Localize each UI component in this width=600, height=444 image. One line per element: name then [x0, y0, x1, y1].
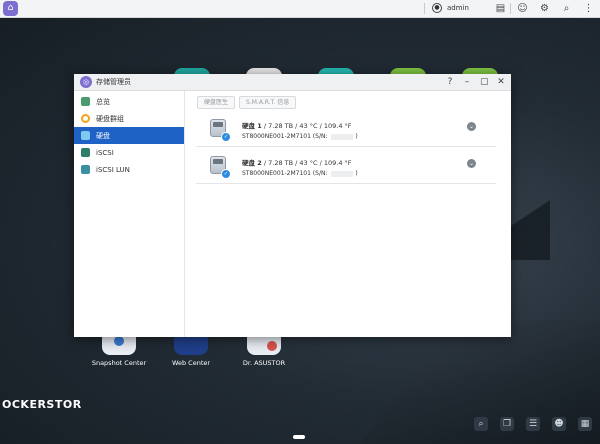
disk-panel: 硬盘医生 S.M.A.R.T. 信息 ✓ 硬盘 1 / 7.28 TB / 43…	[185, 91, 511, 337]
disk-name: 硬盘 1	[242, 122, 262, 130]
settings-icon[interactable]: ⚙	[539, 3, 550, 14]
user-label: admin	[447, 4, 469, 12]
disk-model: ST8000NE001-2M7101 (S/N: )	[242, 133, 358, 140]
smart-info-button[interactable]: S.M.A.R.T. 信息	[239, 96, 297, 109]
storage-manager-icon: ◎	[80, 76, 92, 88]
disk-model: ST8000NE001-2M7101 (S/N: )	[242, 170, 358, 177]
desktop-icon-web-center[interactable]: Web Center	[161, 333, 221, 367]
sidebar-item-overview[interactable]: 总览	[74, 93, 184, 110]
notes-icon[interactable]: ▤	[495, 3, 506, 14]
sidebar-item-label: 硬盘	[96, 131, 110, 140]
menu-icon[interactable]: ⋮	[583, 3, 594, 14]
chevron-down-icon[interactable]: ⌄	[467, 122, 476, 131]
disk-details: / 7.28 TB / 43 °C / 109.4 °F	[261, 159, 352, 167]
sidebar-item-volume[interactable]: 硬盘群组	[74, 110, 184, 127]
disk-model-text: ST8000NE001-2M7101 (S/N:	[242, 133, 330, 140]
help-button[interactable]: ?	[446, 76, 454, 88]
disk-model-suffix: )	[355, 133, 358, 140]
stacked-windows-icon[interactable]: ❐	[500, 417, 514, 431]
desktop-icon-snapshot-center[interactable]: Snapshot Center	[89, 333, 149, 367]
window-title: 存储管理员	[96, 78, 131, 86]
disk-details: / 7.28 TB / 43 °C / 109.4 °F	[261, 122, 352, 130]
disk-summary: 硬盘 2 / 7.28 TB / 43 °C / 109.4 °F	[242, 157, 352, 167]
user-group-icon[interactable]: ☻	[552, 417, 566, 431]
disk-model-suffix: )	[355, 170, 358, 177]
sidebar-item-label: 硬盘群组	[96, 114, 124, 123]
sidebar-item-label: iSCSI	[96, 148, 114, 157]
disk-row[interactable]: ✓ 硬盘 2 / 7.28 TB / 43 °C / 109.4 °F ST80…	[196, 149, 496, 184]
desktop-icon-label: Web Center	[171, 359, 211, 367]
check-icon: ✓	[221, 132, 231, 142]
sidebar-item-iscsi[interactable]: iSCSI	[74, 144, 184, 161]
user-menu[interactable]: ● admin	[432, 3, 469, 13]
desktop-icon-label: Snapshot Center	[91, 359, 147, 367]
window-title-bar[interactable]: ◎ 存储管理员 ? – ▢ ✕	[74, 74, 511, 91]
close-button[interactable]: ✕	[497, 76, 505, 88]
sidebar-item-label: iSCSI LUN	[96, 165, 130, 174]
activity-icon[interactable]: ☺	[517, 3, 528, 14]
iscsi-lun-icon	[81, 165, 90, 174]
minimize-button[interactable]: –	[463, 76, 471, 88]
chevron-down-icon[interactable]: ⌄	[467, 159, 476, 168]
top-bar: ⌂ ● admin ▤ ☺ ⚙ ⌕ ⋮	[0, 0, 600, 18]
disk-row[interactable]: ✓ 硬盘 1 / 7.28 TB / 43 °C / 109.4 °F ST80…	[196, 112, 496, 147]
maximize-button[interactable]: ▢	[480, 76, 489, 88]
desktop-icon-dr-asustor[interactable]: Dr. ASUSTOR	[234, 333, 294, 367]
volume-icon	[81, 114, 90, 123]
storage-manager-window: ◎ 存储管理员 ? – ▢ ✕ 总览 硬盘群组 硬盘 iSCSI iSCSI L…	[74, 74, 511, 337]
divider	[424, 3, 425, 14]
sidebar-item-disk[interactable]: 硬盘	[74, 127, 184, 144]
disk-model-text: ST8000NE001-2M7101 (S/N:	[242, 170, 330, 177]
desktop-icon-label: Dr. ASUSTOR	[242, 359, 286, 367]
disk-name: 硬盘 2	[242, 159, 262, 167]
search-icon[interactable]: ⌕	[474, 417, 488, 431]
check-icon: ✓	[221, 169, 231, 179]
sidebar: 总览 硬盘群组 硬盘 iSCSI iSCSI LUN	[74, 91, 185, 337]
overview-icon	[81, 97, 90, 106]
chat-icon[interactable]: ☰	[526, 417, 540, 431]
redacted-serial	[331, 170, 354, 177]
redacted-serial	[331, 133, 354, 140]
iscsi-icon	[81, 148, 90, 157]
disk-summary: 硬盘 1 / 7.28 TB / 43 °C / 109.4 °F	[242, 120, 352, 130]
disk-doctor-button[interactable]: 硬盘医生	[197, 96, 236, 109]
disk-icon	[81, 131, 90, 140]
app-launcher-icon[interactable]: ⌂	[3, 1, 18, 16]
brand-logo: OCKERSTOR	[2, 398, 82, 411]
sidebar-item-iscsi-lun[interactable]: iSCSI LUN	[74, 161, 184, 178]
page-indicator[interactable]	[293, 435, 305, 439]
sidebar-item-label: 总览	[96, 97, 110, 106]
grid-icon[interactable]: ▦	[578, 417, 592, 431]
user-icon: ●	[432, 3, 442, 13]
search-icon[interactable]: ⌕	[561, 3, 572, 14]
